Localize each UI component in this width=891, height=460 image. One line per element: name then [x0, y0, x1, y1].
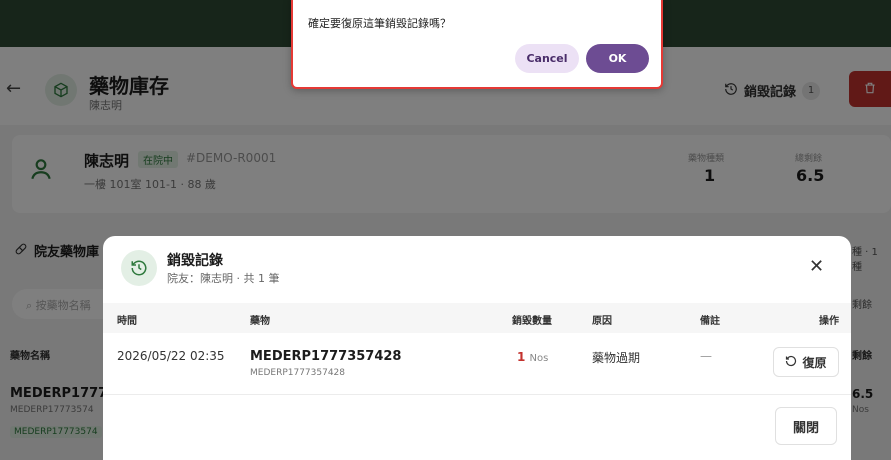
log-row-qty-unit: Nos — [529, 353, 549, 364]
cancel-button[interactable]: Cancel — [515, 44, 579, 73]
col-action: 操作 — [819, 316, 839, 327]
log-row-medication: MEDERP1777357428 — [250, 349, 402, 364]
log-dialog-subtitle: 院友：陳志明 · 共 1 筆 — [167, 272, 280, 285]
log-row-reason: 藥物過期 — [592, 351, 641, 365]
confirm-message: 確定要復原這筆銷毀記錄嗎？ — [308, 17, 451, 30]
ok-button[interactable]: OK — [586, 44, 649, 73]
col-medication: 藥物 — [250, 316, 270, 327]
undo-icon — [785, 355, 797, 370]
col-qty: 銷毀數量 — [512, 316, 552, 327]
log-row-qty: 1 Nos — [517, 350, 548, 364]
close-icon[interactable]: ✕ — [809, 256, 824, 277]
log-row-time: 2026/05/22 02:35 — [117, 349, 225, 363]
history-icon — [121, 250, 157, 286]
confirm-dialog: 確定要復原這筆銷毀記錄嗎？ Cancel OK — [291, 0, 663, 89]
log-row-qty-value: 1 — [517, 350, 526, 364]
log-table-header: 時間 藥物 銷毀數量 原因 備註 操作 — [103, 303, 851, 333]
destruction-log-dialog: 銷毀記錄 院友：陳志明 · 共 1 筆 ✕ 時間 藥物 銷毀數量 原因 備註 操… — [103, 236, 851, 460]
log-row-note: — — [700, 349, 712, 363]
restore-button[interactable]: 復原 — [773, 347, 839, 377]
log-dialog-title: 銷毀記錄 — [167, 253, 223, 269]
col-reason: 原因 — [592, 316, 612, 327]
close-button[interactable]: 關閉 — [775, 407, 837, 445]
log-row-medication-code: MEDERP1777357428 — [250, 368, 346, 378]
divider — [103, 394, 851, 395]
col-note: 備註 — [700, 316, 720, 327]
col-time: 時間 — [117, 316, 137, 327]
restore-label: 復原 — [802, 355, 827, 370]
